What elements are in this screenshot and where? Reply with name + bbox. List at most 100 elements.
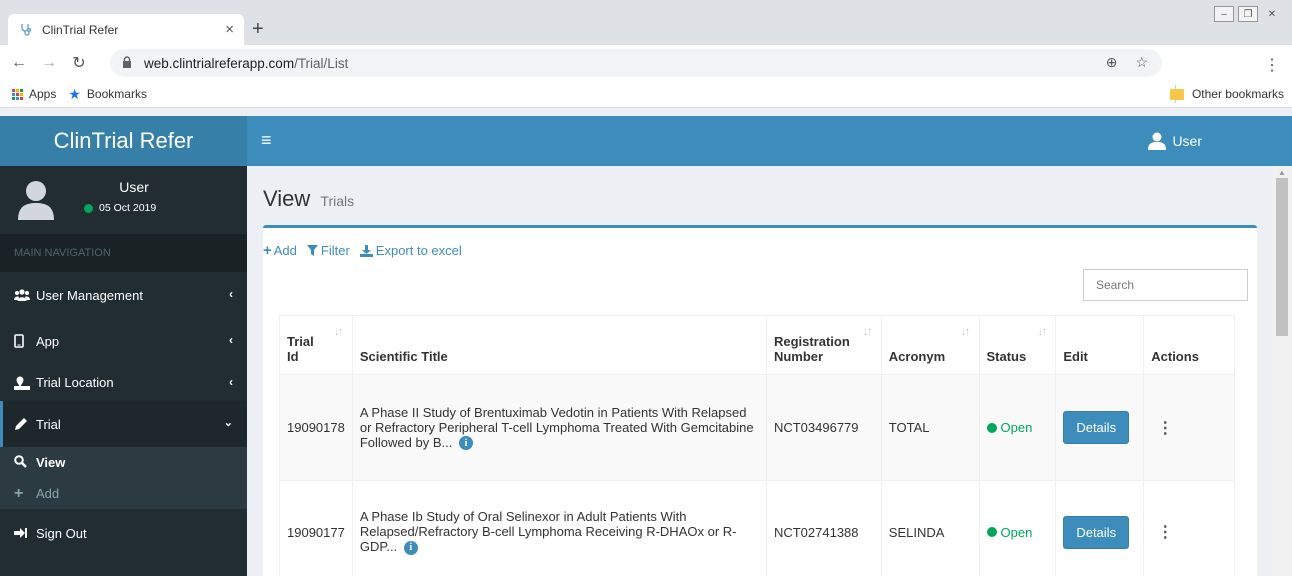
details-button[interactable]: Details <box>1063 411 1130 444</box>
forward-arrow-icon[interactable]: → <box>38 54 60 72</box>
title-text: A Phase II Study of Brentuximab Vedotin … <box>359 404 754 450</box>
new-tab-button[interactable]: + <box>252 19 264 39</box>
zoom-icon[interactable]: ⊕ <box>1106 54 1118 71</box>
details-button[interactable]: Details <box>1063 515 1130 549</box>
top-navbar: ≡ User <box>247 116 1292 166</box>
export-button[interactable]: Export to excel <box>359 242 462 259</box>
cell-actions: ⋮ <box>1143 374 1235 481</box>
table-row: 19090177 A Phase Ib Study of Oral Seline… <box>279 480 1235 576</box>
info-icon[interactable]: i <box>403 540 418 555</box>
cell-trial-id: 19090177 <box>279 480 353 576</box>
cell-scientific-title: A Phase Ib Study of Oral Selinexor in Ad… <box>351 480 767 576</box>
sort-icon: ↓↑ <box>1037 324 1047 338</box>
sidebar-item-sign-out[interactable]: Sign Out <box>0 509 247 557</box>
col-trial-id-line2: Id <box>287 349 299 364</box>
cell-status: Open <box>978 480 1057 576</box>
sidebar-subitem-add[interactable]: + Add <box>0 478 247 509</box>
users-icon <box>14 289 36 301</box>
chevron-left-icon: ‹ <box>229 287 233 301</box>
col-trial-id-line1: Trial <box>287 334 314 349</box>
reload-icon[interactable]: ↻ <box>68 53 90 73</box>
sort-icon: ↓↑ <box>333 324 344 338</box>
subitem-label: Add <box>36 486 60 501</box>
tab-title: ClinTrial Refer <box>42 22 119 37</box>
chevron-left-icon: ‹ <box>229 333 233 347</box>
bookmarks-bar: Apps ★ Bookmarks Other bookmarks <box>0 81 1292 108</box>
col-status[interactable]: Status ↓↑ <box>978 315 1057 375</box>
info-icon[interactable]: i <box>458 436 473 451</box>
url-path: /Trial/List <box>294 55 349 71</box>
sidebar-item-label: Trial <box>36 416 61 432</box>
col-acronym[interactable]: Acronym ↓↑ <box>880 315 980 375</box>
table-row: 19090178 A Phase II Study of Brentuximab… <box>279 374 1235 481</box>
cell-registration-number: NCT03496779 <box>765 374 882 481</box>
sidebar: ClinTrial Refer User 05 Oct 2019 MAIN NA… <box>0 116 247 576</box>
col-trial-id[interactable]: Trial Id ↓↑ <box>279 315 353 375</box>
brand-logo[interactable]: ClinTrial Refer <box>0 116 247 166</box>
bookmark-apps[interactable]: Apps <box>12 87 56 101</box>
browser-tabbar: ClinTrial Refer × + – ❐ ✕ <box>0 0 1292 45</box>
page-title-text: View <box>263 186 311 211</box>
address-bar: ← → ↻ web.clintrialreferapp.com/Trial/Li… <box>0 45 1292 81</box>
star-bookmark-icon[interactable]: ☆ <box>1135 54 1148 71</box>
url-input[interactable]: web.clintrialreferapp.com/Trial/List ⊕ ☆ <box>110 49 1162 77</box>
sidebar-item-trial[interactable]: Trial ⌄ <box>0 401 247 447</box>
map-icon <box>14 376 36 390</box>
url-host: web.clintrialreferapp.com <box>144 55 295 71</box>
back-arrow-icon[interactable]: ← <box>8 54 30 72</box>
user-menu[interactable]: User <box>1148 132 1202 150</box>
col-registration-number[interactable]: Registration Number ↓↑ <box>765 315 882 375</box>
status-badge: Open <box>986 420 1049 435</box>
scroll-up-icon[interactable]: ▲ <box>1278 168 1286 177</box>
user-date-text: 05 Oct 2019 <box>99 202 157 214</box>
restore-button[interactable]: ❐ <box>1238 6 1258 22</box>
hamburger-menu-icon[interactable]: ≡ <box>261 130 272 151</box>
add-label: Add <box>273 243 297 258</box>
filter-button[interactable]: Filter <box>306 242 350 259</box>
plus-icon: + <box>14 484 24 502</box>
apps-grid-icon <box>12 88 23 100</box>
sidebar-subitem-view[interactable]: View <box>0 447 247 478</box>
actions-menu-icon[interactable]: ⋮ <box>1151 524 1173 541</box>
col-scientific-title[interactable]: Scientific Title <box>351 315 767 375</box>
chevron-left-icon: ‹ <box>229 375 233 389</box>
sidebar-item-label: Sign Out <box>36 525 87 541</box>
sort-icon: ↓↑ <box>862 324 873 338</box>
col-reg-line2: Number <box>773 349 824 364</box>
cell-edit: Details <box>1055 480 1145 576</box>
close-tab-icon[interactable]: × <box>225 21 234 38</box>
browser-tab[interactable]: ClinTrial Refer × <box>8 14 244 45</box>
sidebar-item-app[interactable]: App ‹ <box>0 318 247 364</box>
cell-acronym: TOTAL <box>880 374 980 481</box>
minimize-button[interactable]: – <box>1214 6 1234 22</box>
sidebar-user-name: User <box>119 179 149 195</box>
bookmark-bookmarks[interactable]: ★ Bookmarks <box>68 86 147 103</box>
stethoscope-icon <box>18 22 34 38</box>
avatar <box>18 181 54 220</box>
add-button[interactable]: + Add <box>263 242 297 259</box>
browser-menu-icon[interactable]: ⋮ <box>1264 55 1280 75</box>
search-input[interactable]: Search <box>1083 269 1248 301</box>
toolbar: + Add Filter Export to excel <box>263 242 462 259</box>
search-icon <box>14 454 36 471</box>
page-scrollbar[interactable]: ▲ <box>1272 166 1292 576</box>
chevron-down-icon: ⌄ <box>223 417 233 429</box>
download-icon <box>359 244 373 257</box>
main-navigation-header: MAIN NAVIGATION <box>0 234 247 272</box>
other-bookmarks[interactable]: Other bookmarks <box>1169 87 1284 101</box>
page-subtitle: Trials <box>320 193 355 209</box>
sidebar-user-date: 05 Oct 2019 <box>84 202 156 214</box>
window-controls: – ❐ ✕ <box>1214 6 1282 22</box>
scrollbar-thumb[interactable] <box>1276 178 1288 336</box>
sidebar-item-user-management[interactable]: User Management ‹ <box>0 272 247 318</box>
sidebar-item-label: App <box>36 333 60 349</box>
lock-icon <box>122 55 136 71</box>
cell-status: Open <box>978 374 1057 481</box>
cell-edit: Details <box>1055 374 1145 481</box>
col-acronym-label: Acronym <box>888 349 946 364</box>
close-window-button[interactable]: ✕ <box>1262 6 1282 22</box>
actions-menu-icon[interactable]: ⋮ <box>1151 420 1173 437</box>
cell-trial-id: 19090178 <box>279 374 353 481</box>
pen-icon <box>14 417 36 431</box>
sidebar-item-trial-location[interactable]: Trial Location ‹ <box>0 364 247 401</box>
